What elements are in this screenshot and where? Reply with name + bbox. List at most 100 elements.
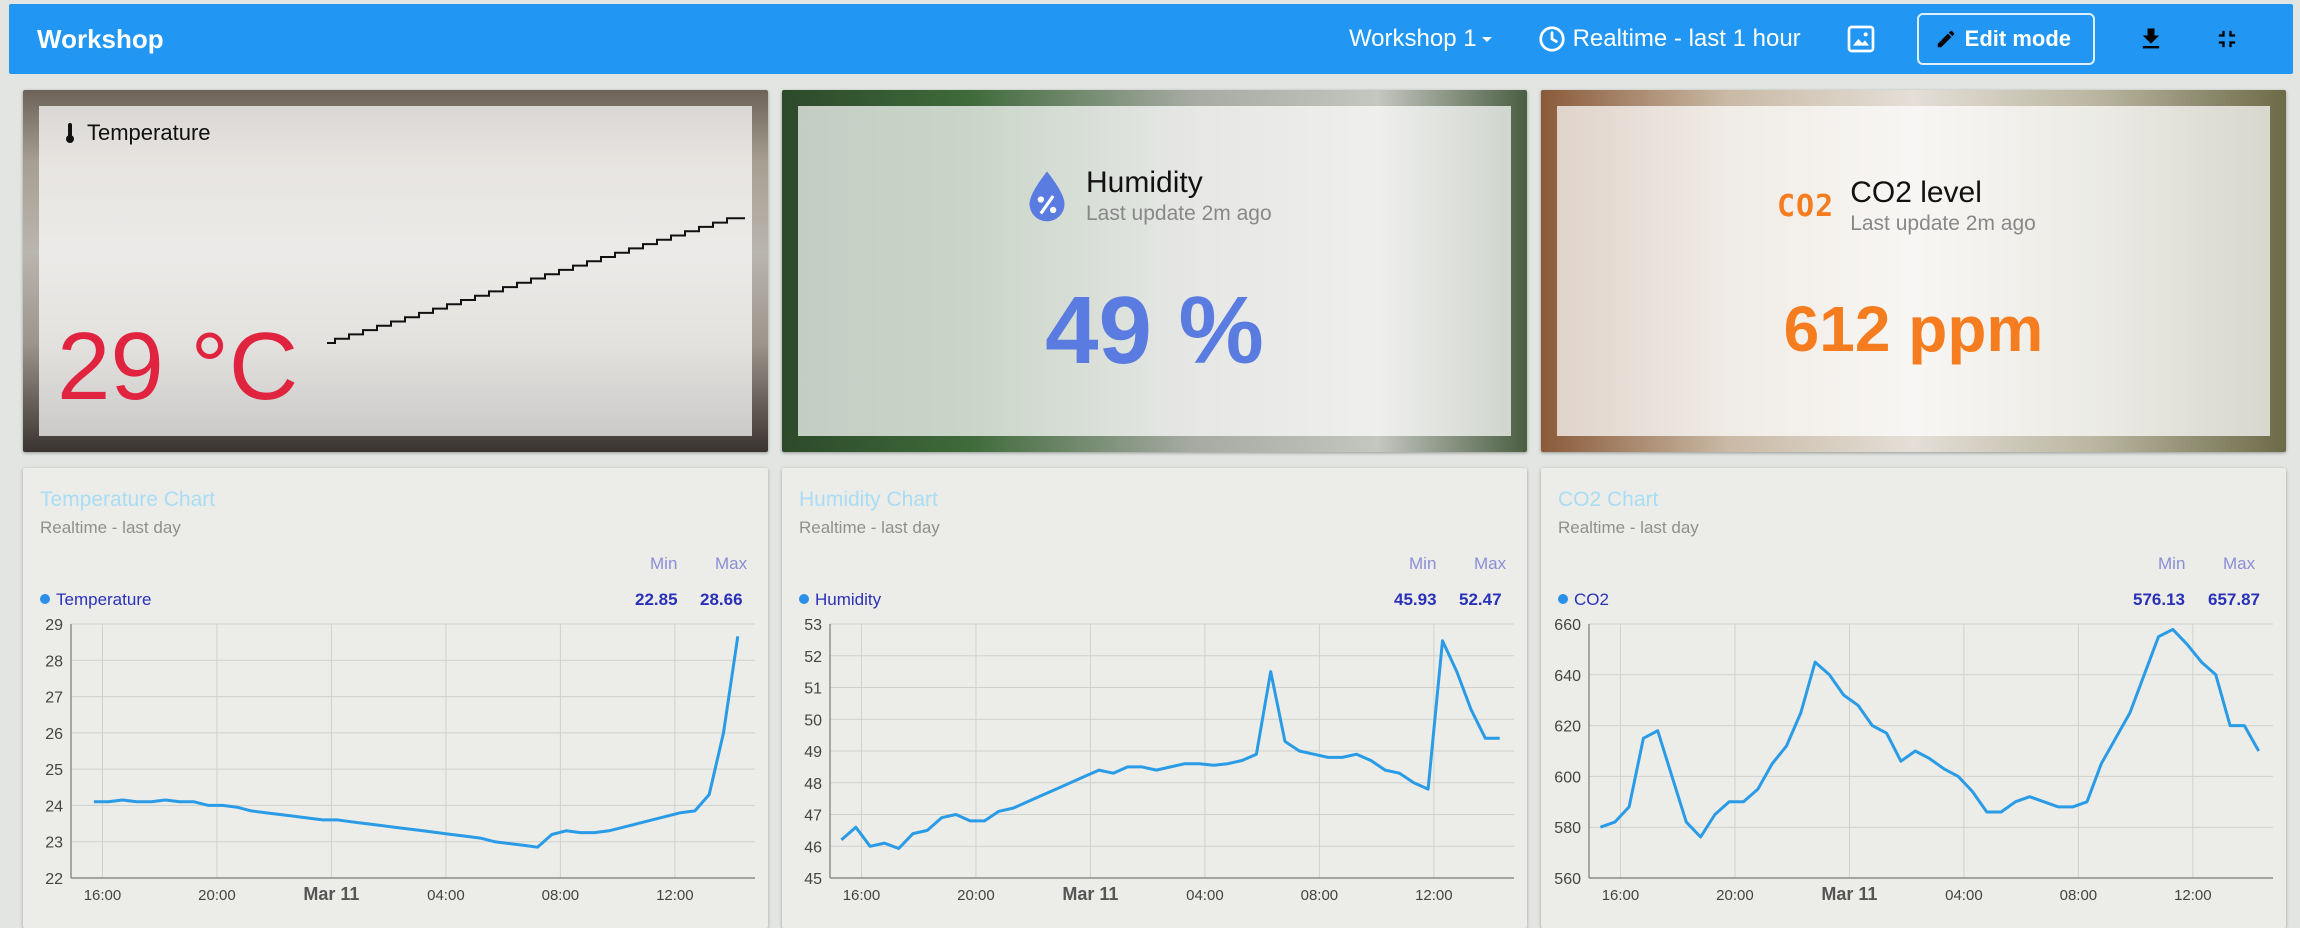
x-tick-label: 16:00 <box>843 887 881 904</box>
x-tick-label: 08:00 <box>1301 887 1339 904</box>
legend-row[interactable]: Humidity 45.93 52.47 <box>799 590 1510 612</box>
humidity-value: 49 % <box>1045 277 1264 384</box>
time-window-selector[interactable]: Realtime - last 1 hour <box>1537 24 1801 54</box>
x-tick-label: 12:00 <box>1415 887 1453 904</box>
legend-min-header: Min <box>650 554 678 573</box>
y-tick-label: 50 <box>804 712 822 729</box>
x-tick-label: 16:00 <box>84 887 122 904</box>
dashboard-title: Workshop <box>37 23 164 54</box>
co2-card: CO2 CO2 level Last update 2m ago 612 ppm <box>1541 90 2286 452</box>
y-tick-label: 660 <box>1554 618 1581 634</box>
x-tick-label: 04:00 <box>1186 887 1224 904</box>
image-frame-icon <box>1847 25 1874 53</box>
y-tick-label: 29 <box>45 618 63 634</box>
image-button[interactable] <box>1841 19 1881 59</box>
y-tick-label: 45 <box>804 871 822 888</box>
x-tick-label: 20:00 <box>957 887 995 904</box>
y-tick-label: 23 <box>45 835 63 852</box>
co2-last-update: Last update 2m ago <box>1850 212 2036 235</box>
time-window-label: Realtime - last 1 hour <box>1572 25 1801 52</box>
temperature-chart-plot[interactable]: 22 23 24 25 26 27 28 29 16:00 20:00 Mar 11 04:00 08:… <box>23 618 768 918</box>
series-line <box>93 636 740 849</box>
pencil-icon <box>1937 30 1954 48</box>
legend-max-value: 657.87 <box>2208 590 2260 609</box>
exit-fullscreen-button[interactable] <box>2207 19 2247 59</box>
edit-mode-button[interactable]: Edit mode <box>1916 13 2095 65</box>
co2-chart-card: CO2 Chart Realtime - last day Min Max CO… <box>1541 468 2286 928</box>
y-tick-label: 52 <box>804 649 822 666</box>
x-tick-label: 04:00 <box>427 887 465 904</box>
legend-min-value: 22.85 <box>635 590 678 609</box>
legend-series-name: Temperature <box>56 590 152 609</box>
top-bar: Workshop Workshop 1 Realtime - last 1 ho… <box>9 4 2293 74</box>
x-tick-label: 20:00 <box>1716 887 1754 904</box>
legend-dot <box>40 594 50 604</box>
temperature-sparkline <box>327 217 745 344</box>
temperature-label: Temperature <box>87 120 211 145</box>
clock-icon <box>1538 26 1565 52</box>
x-tick-label: Mar 11 <box>303 884 359 904</box>
co2-icon: CO2 <box>1777 188 1835 224</box>
humidity-chart-card: Humidity Chart Realtime - last day Min M… <box>782 468 1527 928</box>
co2-label: CO2 level <box>1850 176 1982 209</box>
water-drop-percent-icon <box>1029 171 1065 222</box>
y-tick-label: 22 <box>45 871 63 888</box>
series-line <box>840 639 1500 850</box>
legend-max-value: 28.66 <box>700 590 743 609</box>
legend-series-name: CO2 <box>1574 590 1609 609</box>
x-tick-label: 08:00 <box>542 887 580 904</box>
x-tick-label: 08:00 <box>2060 887 2098 904</box>
fullscreen-exit-icon <box>2218 30 2236 48</box>
chart-title: Humidity Chart <box>799 488 938 511</box>
legend-max-header: Max <box>2223 554 2256 573</box>
y-tick-label: 580 <box>1554 820 1581 837</box>
dashboard-selector-label: Workshop 1 <box>1348 25 1477 52</box>
legend-dot <box>1558 594 1568 604</box>
co2-chart-plot[interactable]: 560 580 600 620 640 660 16:00 20:00 Mar 11 04:00 0… <box>1541 618 2286 918</box>
co2-value: 612 ppm <box>1783 293 2044 365</box>
legend-row[interactable]: CO2 576.13 657.87 <box>1558 590 2269 612</box>
temperature-card: Temperature 29 °C <box>23 90 768 452</box>
chart-subtitle: Realtime - last day <box>40 518 181 537</box>
x-tick-label: Mar 11 <box>1821 884 1877 904</box>
legend-dot <box>799 594 809 604</box>
x-tick-label: 12:00 <box>2174 887 2212 904</box>
legend-series-name: Humidity <box>815 590 882 609</box>
y-tick-label: 25 <box>45 762 63 779</box>
legend-min-value: 45.93 <box>1394 590 1437 609</box>
legend-min-header: Min <box>1409 554 1437 573</box>
chart-subtitle: Realtime - last day <box>1558 518 1699 537</box>
dashboard-selector[interactable]: Workshop 1 <box>1349 25 1497 53</box>
y-tick-label: 28 <box>45 653 63 670</box>
legend-min-header: Min <box>2158 554 2186 573</box>
download-button[interactable] <box>2131 19 2171 59</box>
legend-max-header: Max <box>1474 554 1507 573</box>
y-tick-label: 600 <box>1554 769 1581 786</box>
y-tick-label: 51 <box>804 681 822 698</box>
chart-title: CO2 Chart <box>1558 488 1659 511</box>
y-tick-label: 46 <box>804 839 822 856</box>
legend-min-value: 576.13 <box>2133 590 2185 609</box>
y-tick-label: 24 <box>45 798 63 815</box>
x-tick-label: Mar 11 <box>1062 884 1118 904</box>
legend-max-value: 52.47 <box>1459 590 1502 609</box>
humidity-last-update: Last update 2m ago <box>1086 202 1272 225</box>
sparkline-path <box>327 217 745 344</box>
temperature-chart-card: Temperature Chart Realtime - last day Mi… <box>23 468 768 928</box>
edit-mode-label: Edit mode <box>1964 26 2071 51</box>
y-tick-label: 26 <box>45 726 63 743</box>
thermometer-icon <box>66 123 74 143</box>
humidity-card: Humidity Last update 2m ago 49 % <box>782 90 1527 452</box>
x-tick-label: 20:00 <box>198 887 236 904</box>
caret-down-icon <box>1481 37 1492 42</box>
x-tick-label: 16:00 <box>1602 887 1640 904</box>
x-tick-label: 12:00 <box>656 887 694 904</box>
x-tick-label: 04:00 <box>1945 887 1983 904</box>
humidity-chart-plot[interactable]: 45 46 47 48 49 50 51 52 53 16:00 20:00 Mar 11 04:00 0… <box>782 618 1527 918</box>
chart-title: Temperature Chart <box>40 488 216 511</box>
y-tick-label: 560 <box>1554 871 1581 888</box>
temperature-value: 29 °C <box>57 313 299 420</box>
legend-max-header: Max <box>715 554 748 573</box>
series-line <box>1599 627 2261 839</box>
legend-row[interactable]: Temperature 22.85 28.66 <box>40 590 751 612</box>
